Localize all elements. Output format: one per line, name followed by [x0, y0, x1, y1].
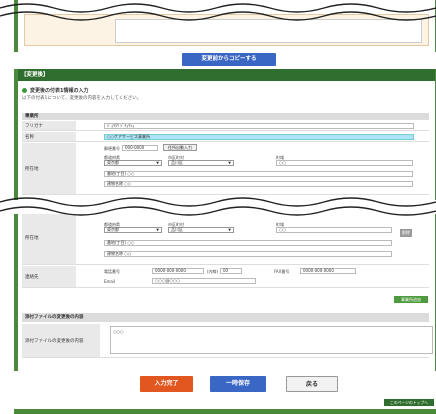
fax-label: FAX番号 — [274, 269, 290, 274]
building-input-2[interactable]: 建物名称 ○○ — [104, 251, 392, 257]
attachment-textarea[interactable]: ○○○ — [110, 326, 433, 354]
footer-green-bar — [14, 409, 436, 414]
tel-input[interactable]: 0000-000-0000 — [152, 268, 204, 274]
after-change-header: 【変更後】 — [18, 69, 435, 81]
address-label: 所在地 — [22, 143, 76, 194]
chome-input[interactable]: 番地(丁目) ○○ — [104, 171, 413, 177]
town-input[interactable]: ○○ — [276, 160, 413, 166]
contact-label: 連絡先 — [22, 266, 76, 287]
cut-mark-middle — [0, 197, 436, 216]
bullet-icon — [22, 88, 27, 93]
pref-select[interactable]: 東京都 — [104, 160, 162, 166]
building-input[interactable]: 建物名称 ○○ — [104, 181, 413, 187]
chome-input-2[interactable]: 番地(丁目) ○○ — [104, 240, 392, 246]
furigana-label: フリガナ — [22, 121, 76, 130]
before-change-textarea[interactable] — [115, 19, 422, 43]
delete-office-button[interactable]: 削除 — [400, 229, 412, 237]
name-label: 名称 — [22, 132, 76, 141]
copy-from-before-button[interactable]: 変更前からコピーする — [182, 53, 276, 66]
address-search-button[interactable]: 住所自動入力 — [163, 144, 197, 151]
ext-input[interactable]: 00 — [220, 268, 242, 274]
input-complete-button[interactable]: 入力完了 — [140, 376, 193, 392]
section-description: 以下の付表1について、変更後の内容を入力してください。 — [22, 96, 142, 101]
email-label: Email — [104, 279, 116, 284]
ext-label: (内線) — [207, 269, 219, 274]
footer-bar: 入力完了 一時保存 戻る このページのトップへ — [0, 372, 436, 414]
tel-label: 電話番号 — [104, 269, 120, 274]
zip-label: 郵便番号 — [104, 146, 120, 151]
cut-mark-top — [0, 3, 436, 21]
attachment-label: 添付ファイルの変更後の内容 — [22, 324, 100, 357]
name-input[interactable]: ○○ケアサービス事業所 — [104, 134, 414, 140]
section-title: 変更後の付表1情報の入力 — [22, 87, 88, 94]
after-change-frame: 【変更後】 変更後の付表1情報の入力 以下の付表1について、変更後の内容を入力し… — [14, 69, 436, 371]
attachment-header: 添付ファイルの変更後の内容 — [22, 313, 429, 322]
temp-save-button[interactable]: 一時保存 — [210, 376, 266, 392]
pref-select-2[interactable]: 東京都 — [104, 227, 162, 233]
town-input-2[interactable]: ○○ — [276, 227, 392, 233]
office-header: 事業所 — [22, 113, 429, 120]
back-button[interactable]: 戻る — [286, 376, 338, 392]
add-office-button[interactable]: 事業所追加 — [394, 296, 428, 303]
contact-row: 連絡先 電話番号 0000-000-0000 (内線) 00 FAX番号 000… — [22, 266, 429, 288]
city-select-2[interactable]: 品川区 — [168, 227, 234, 233]
fax-input[interactable]: 0000-000-0000 — [300, 268, 356, 274]
attachment-row: 添付ファイルの変更後の内容 ○○○ — [22, 324, 433, 358]
address-row: 所在地 郵便番号 000-0000 住所自動入力 都道府県 東京都 市区町村 品… — [22, 143, 429, 195]
zip-input[interactable]: 000-0000 — [122, 145, 158, 151]
furigana-row: フリガナ ｼﾞｮｳﾎｳ ｼﾞｷｮｳｼｮ — [22, 121, 429, 131]
city-select[interactable]: 品川区 — [168, 160, 234, 166]
email-input[interactable]: ○○○@○○○ — [152, 278, 256, 284]
name-row: 名称 ○○ケアサービス事業所 — [22, 132, 429, 142]
furigana-input[interactable]: ｼﾞｮｳﾎｳ ｼﾞｷｮｳｼｮ — [104, 123, 414, 129]
page-top-link[interactable]: このページのトップへ — [384, 399, 434, 406]
